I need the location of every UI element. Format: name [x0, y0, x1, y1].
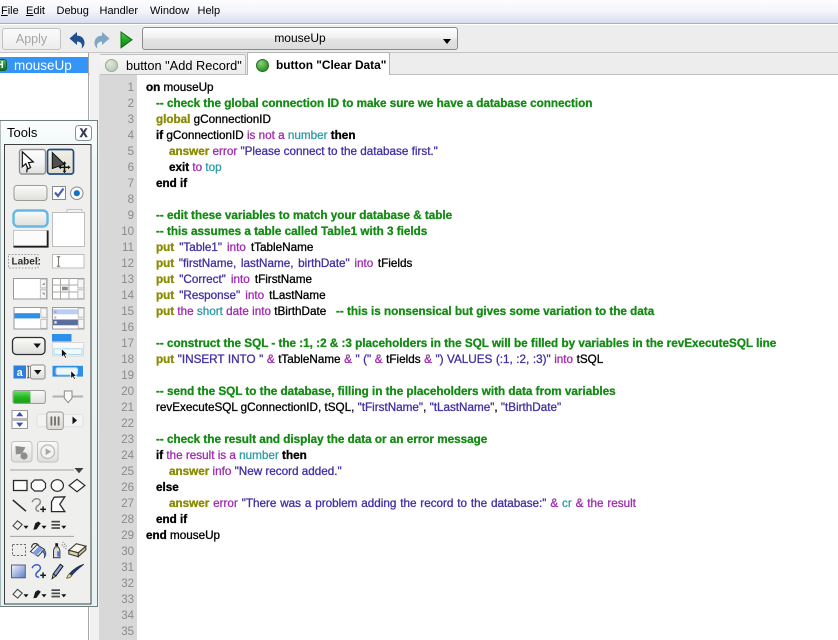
- svg-text:a: a: [17, 367, 24, 379]
- svg-text:Label:: Label:: [12, 257, 41, 268]
- svg-text:Tools: Tools: [7, 125, 38, 140]
- svg-text:X: X: [80, 128, 88, 140]
